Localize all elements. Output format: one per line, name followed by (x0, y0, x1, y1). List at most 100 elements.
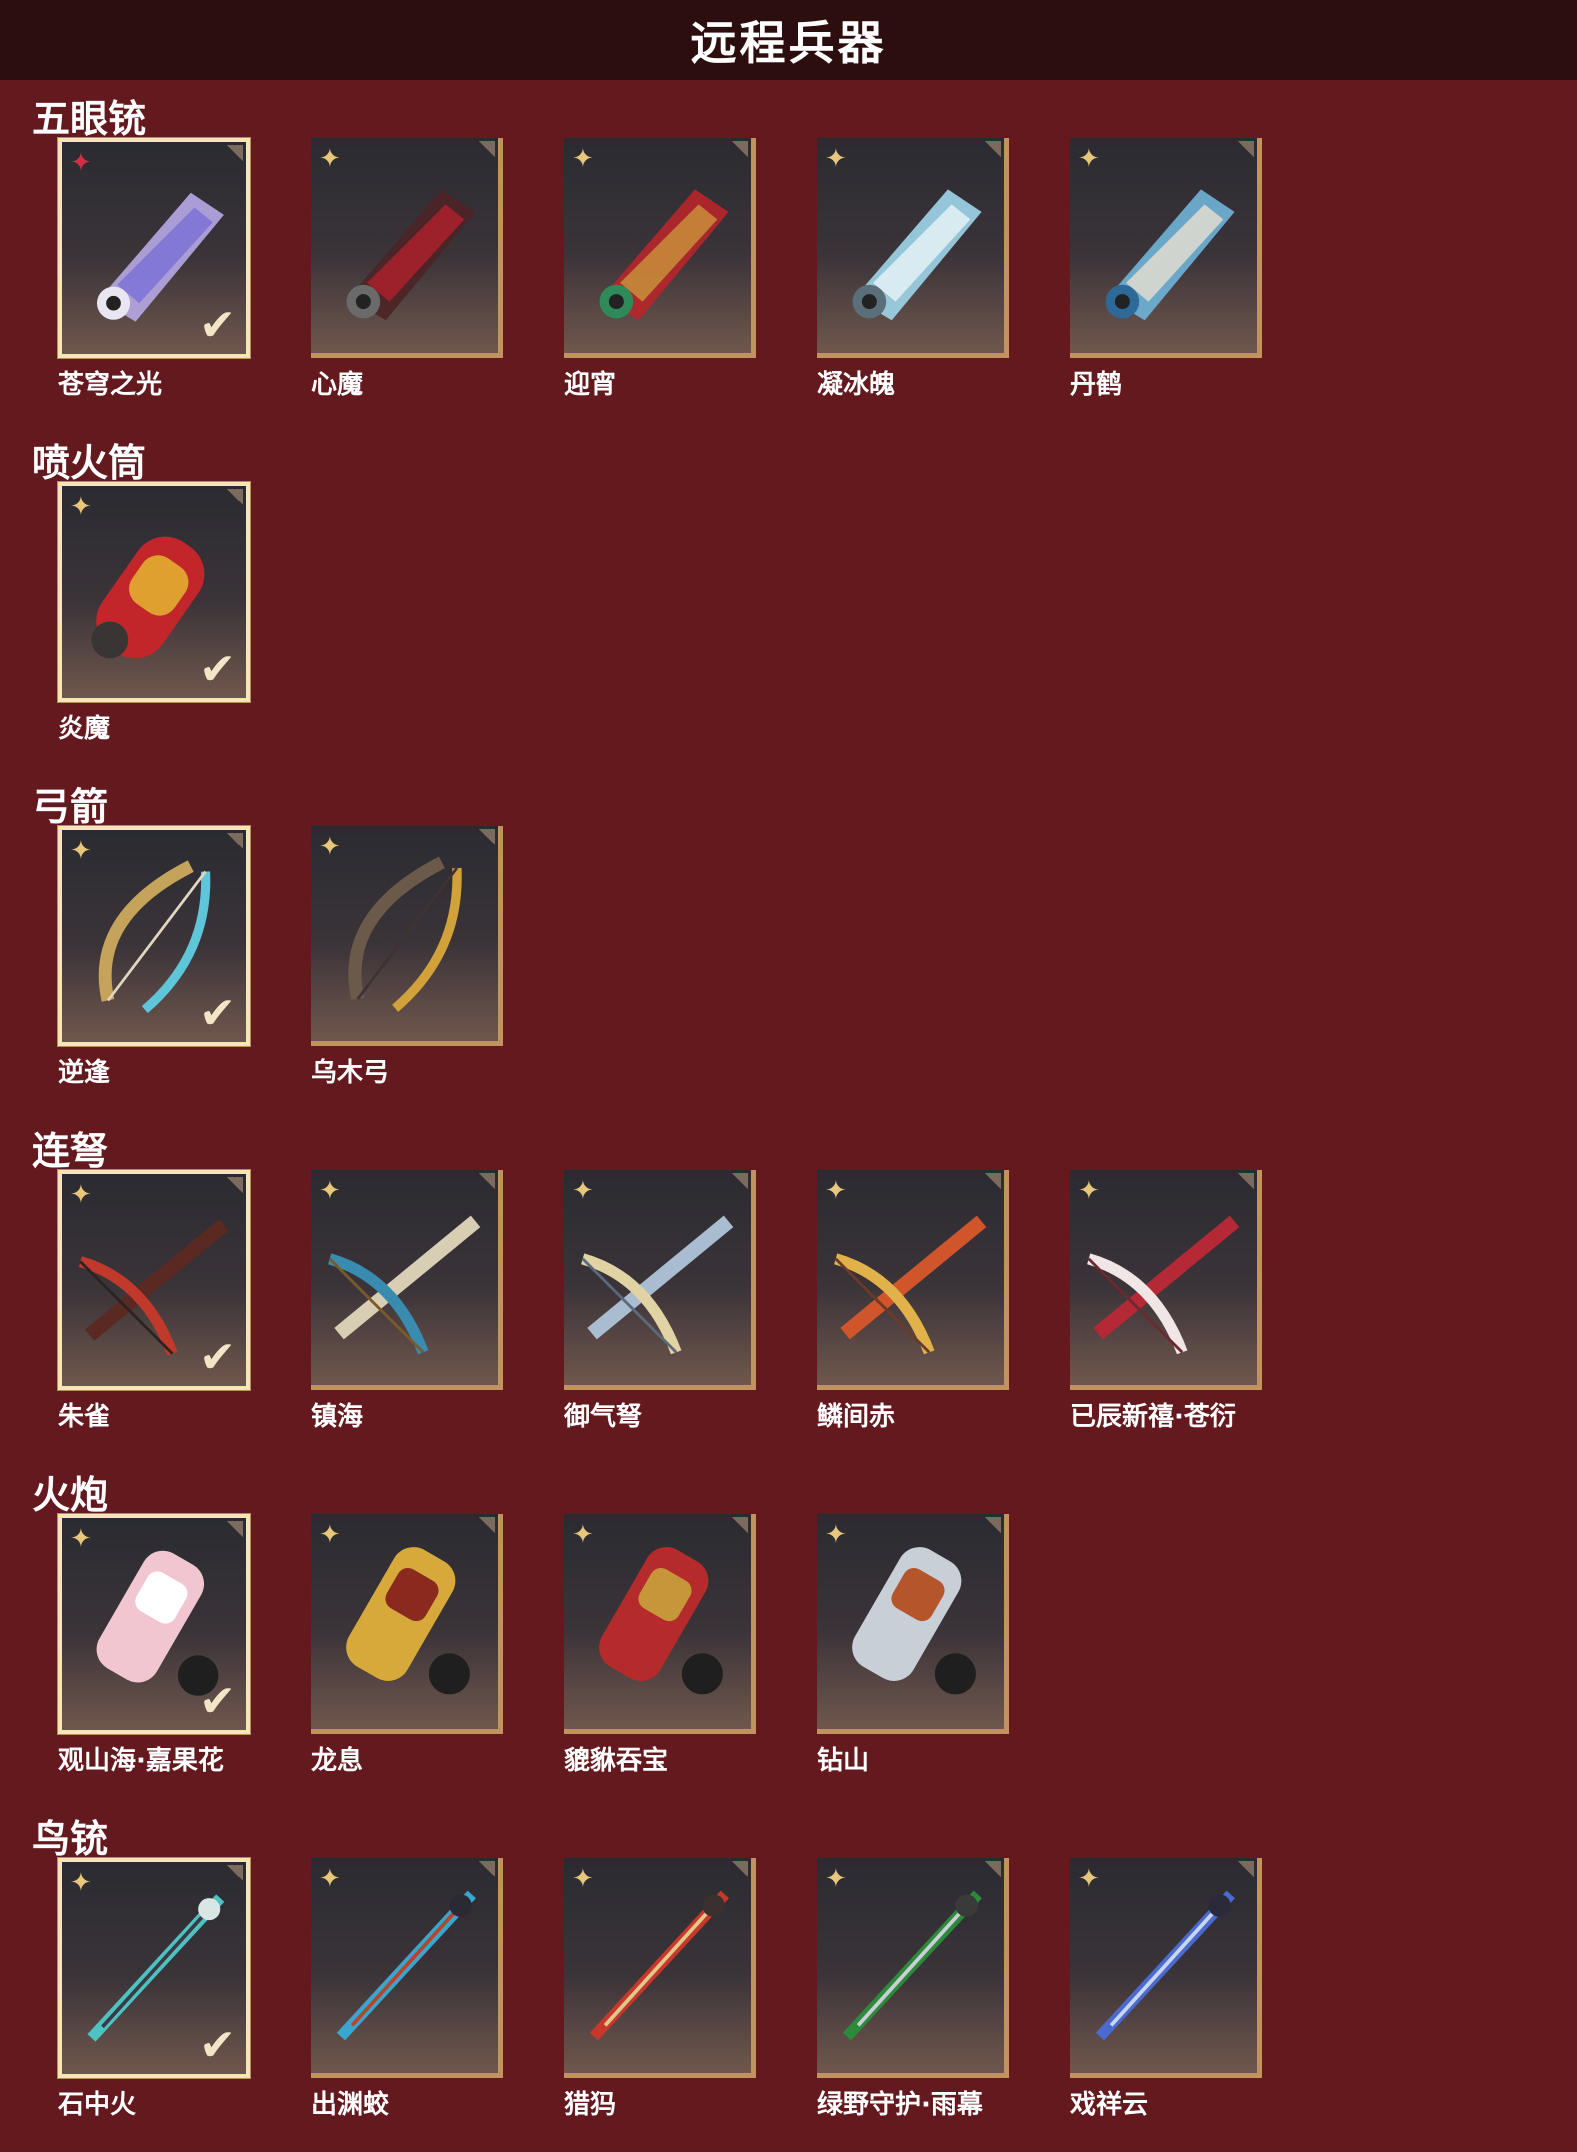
weapon-name: 钻山 (817, 1746, 870, 1776)
gold-star-icon: ✦ (319, 832, 341, 862)
weapon-section: 弓箭 ✦ ✔ 逆逢 ✦ 乌木弓 (0, 776, 1577, 1120)
card-corner-icon (1238, 1173, 1254, 1189)
gold-star-icon: ✦ (70, 1180, 92, 1210)
gold-star-icon: ✦ (319, 144, 341, 174)
weapon-name: 石中火 (58, 2090, 137, 2120)
weapon-item[interactable]: ✦ 御气弩 (564, 1170, 760, 1433)
weapon-card[interactable]: ✦ ✔ (58, 1170, 250, 1390)
weapon-card[interactable]: ✦ (311, 1170, 503, 1390)
weapon-name: 出渊蛟 (311, 2090, 390, 2120)
weapon-item[interactable]: ✦ ✔ 朱雀 (58, 1170, 254, 1433)
weapon-item[interactable]: ✦ 出渊蛟 (311, 1858, 507, 2121)
weapon-item[interactable]: ✦ 猎犸 (564, 1858, 760, 2121)
weapon-card[interactable]: ✦ ✔ (58, 138, 250, 358)
gold-star-icon: ✦ (70, 836, 92, 866)
gold-star-icon: ✦ (1078, 1864, 1100, 1894)
card-corner-icon (227, 145, 243, 161)
weapon-item[interactable]: ✦ 绿野守护·雨幕 (817, 1858, 1013, 2121)
card-corner-icon (227, 489, 243, 505)
weapon-card[interactable]: ✦ (1070, 1170, 1262, 1390)
weapon-card[interactable]: ✦ (564, 1170, 756, 1390)
weapon-card[interactable]: ✦ (1070, 138, 1262, 358)
card-corner-icon (732, 1517, 748, 1533)
weapon-section: 连弩 ✦ ✔ 朱雀 ✦ 镇海 ✦ 御气弩 ✦ 鳞间赤 ✦ 已辰新禧·苍衍 (0, 1120, 1577, 1464)
weapon-item[interactable]: ✦ 乌木弓 (311, 826, 507, 1089)
gold-star-icon: ✦ (1078, 144, 1100, 174)
weapon-name: 丹鹤 (1070, 370, 1123, 400)
section-title: 五眼铳 (32, 97, 147, 141)
weapon-card[interactable]: ✦ (311, 1858, 503, 2078)
gold-star-icon: ✦ (572, 144, 594, 174)
weapon-name: 鳞间赤 (817, 1402, 896, 1432)
weapon-item[interactable]: ✦ 凝冰魄 (817, 138, 1013, 401)
weapon-name: 镇海 (311, 1402, 364, 1432)
section-title: 鸟铳 (32, 1817, 109, 1861)
card-corner-icon (479, 1517, 495, 1533)
card-corner-icon (985, 141, 1001, 157)
weapon-card[interactable]: ✦ (817, 1858, 1009, 2078)
weapon-card[interactable]: ✦ (311, 826, 503, 1046)
weapon-item[interactable]: ✦ 戏祥云 (1070, 1858, 1266, 2121)
weapon-card[interactable]: ✦ (564, 1858, 756, 2078)
gold-star-icon: ✦ (70, 492, 92, 522)
weapon-name: 已辰新禧·苍衍 (1070, 1402, 1236, 1432)
weapon-item[interactable]: ✦ 龙息 (311, 1514, 507, 1777)
gold-star-icon: ✦ (825, 1864, 847, 1894)
card-corner-icon (732, 141, 748, 157)
weapon-item[interactable]: ✦ 镇海 (311, 1170, 507, 1433)
weapon-section: 火炮 ✦ ✔ 观山海·嘉果花 ✦ 龙息 ✦ 貔貅吞宝 ✦ 钻山 (0, 1464, 1577, 1808)
page-title: 远程兵器 (690, 16, 887, 70)
section-title: 喷火筒 (32, 441, 147, 485)
weapon-name: 苍穹之光 (58, 370, 163, 400)
weapon-card[interactable]: ✦ ✔ (58, 1858, 250, 2078)
weapon-name: 朱雀 (58, 1402, 111, 1432)
red-star-icon: ✦ (70, 148, 92, 178)
weapon-item[interactable]: ✦ 迎宵 (564, 138, 760, 401)
weapon-name: 乌木弓 (311, 1058, 390, 1088)
weapon-card[interactable]: ✦ (564, 138, 756, 358)
card-corner-icon (1238, 1861, 1254, 1877)
weapon-item[interactable]: ✦ ✔ 石中火 (58, 1858, 254, 2121)
weapon-card[interactable]: ✦ ✔ (58, 1514, 250, 1734)
gold-star-icon: ✦ (572, 1864, 594, 1894)
checkmark-icon: ✔ (199, 1332, 236, 1383)
weapon-card[interactable]: ✦ (817, 1514, 1009, 1734)
section-title: 弓箭 (32, 785, 109, 829)
weapon-name: 迎宵 (564, 370, 617, 400)
weapon-item[interactable]: ✦ ✔ 苍穹之光 (58, 138, 254, 401)
card-corner-icon (479, 1861, 495, 1877)
weapon-item[interactable]: ✦ 钻山 (817, 1514, 1013, 1777)
weapon-item[interactable]: ✦ 心魔 (311, 138, 507, 401)
weapon-card[interactable]: ✦ (817, 138, 1009, 358)
weapon-item[interactable]: ✦ 貔貅吞宝 (564, 1514, 760, 1777)
weapon-item[interactable]: ✦ 丹鹤 (1070, 138, 1266, 401)
weapon-card[interactable]: ✦ (1070, 1858, 1262, 2078)
weapon-name: 龙息 (311, 1746, 364, 1776)
weapon-item[interactable]: ✦ ✔ 炎魔 (58, 482, 254, 745)
page-header: 远程兵器 (0, 0, 1577, 80)
weapon-item[interactable]: ✦ 鳞间赤 (817, 1170, 1013, 1433)
gold-star-icon: ✦ (825, 144, 847, 174)
card-corner-icon (732, 1173, 748, 1189)
weapon-item[interactable]: ✦ ✔ 逆逢 (58, 826, 254, 1089)
gold-star-icon: ✦ (319, 1176, 341, 1206)
weapon-name: 猎犸 (564, 2090, 617, 2120)
card-corner-icon (985, 1517, 1001, 1533)
gold-star-icon: ✦ (825, 1520, 847, 1550)
weapon-card[interactable]: ✦ ✔ (58, 826, 250, 1046)
gold-star-icon: ✦ (572, 1176, 594, 1206)
weapon-card[interactable]: ✦ (564, 1514, 756, 1734)
gold-star-icon: ✦ (70, 1524, 92, 1554)
weapon-card[interactable]: ✦ (817, 1170, 1009, 1390)
weapon-item[interactable]: ✦ ✔ 观山海·嘉果花 (58, 1514, 254, 1777)
weapon-card[interactable]: ✦ (311, 1514, 503, 1734)
card-corner-icon (227, 833, 243, 849)
card-corner-icon (985, 1173, 1001, 1189)
card-corner-icon (227, 1177, 243, 1193)
weapon-item[interactable]: ✦ 已辰新禧·苍衍 (1070, 1170, 1266, 1433)
weapon-name: 貔貅吞宝 (564, 1746, 669, 1776)
weapon-card[interactable]: ✦ (311, 138, 503, 358)
weapon-section: 鸟铳 ✦ ✔ 石中火 ✦ 出渊蛟 ✦ 猎犸 ✦ 绿野守护·雨幕 ✦ 戏祥云 (0, 1808, 1577, 2152)
weapon-card[interactable]: ✦ ✔ (58, 482, 250, 702)
card-corner-icon (985, 1861, 1001, 1877)
